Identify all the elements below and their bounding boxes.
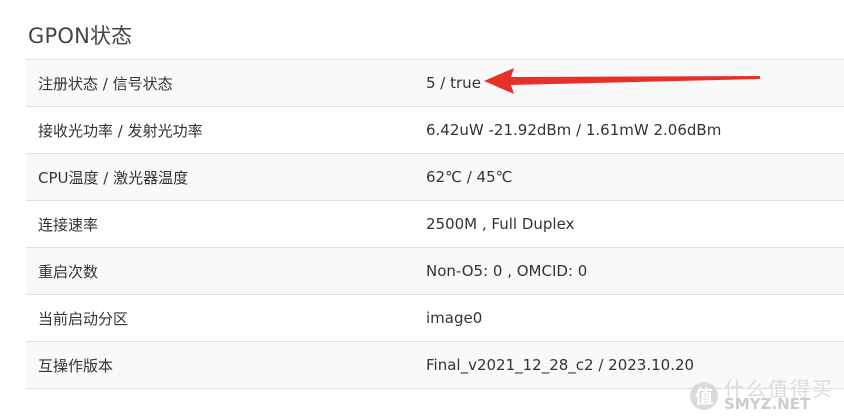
row-value: image0 xyxy=(426,309,483,327)
watermark-text-en: SMYZ.NET xyxy=(724,395,811,413)
table-row-reboot-count: 重启次数 Non-O5: 0 , OMCID: 0 xyxy=(26,247,844,295)
row-label: 接收光功率 / 发射光功率 xyxy=(38,121,203,140)
row-value: 62℃ / 45℃ xyxy=(426,168,513,186)
section-title: GPON状态 xyxy=(28,24,133,48)
gpon-status-page: GPON状态 注册状态 / 信号状态 5 / true 接收光功率 / 发射光功… xyxy=(0,0,844,418)
row-label: 重启次数 xyxy=(38,262,99,281)
table-row-boot-partition: 当前启动分区 image0 xyxy=(26,294,844,342)
watermark: 值 什么值得买 SMYZ.NET xyxy=(690,379,834,412)
table-row-link-speed: 连接速率 2500M , Full Duplex xyxy=(26,200,844,248)
row-value: 2500M , Full Duplex xyxy=(426,215,575,233)
watermark-logo-icon: 值 xyxy=(690,381,718,410)
row-value: 6.42uW -21.92dBm / 1.61mW 2.06dBm xyxy=(426,121,722,139)
row-label: CPU温度 / 激光器温度 xyxy=(38,168,189,187)
gpon-status-table: 注册状态 / 信号状态 5 / true 接收光功率 / 发射光功率 6.42u… xyxy=(26,59,844,389)
arrow-left-icon xyxy=(484,68,760,94)
row-label: 互操作版本 xyxy=(38,356,114,375)
row-label: 注册状态 / 信号状态 xyxy=(38,74,173,93)
watermark-text: 什么值得买 SMYZ.NET xyxy=(724,379,834,412)
row-label: 当前启动分区 xyxy=(38,309,129,328)
table-row-optical-power: 接收光功率 / 发射光功率 6.42uW -21.92dBm / 1.61mW … xyxy=(26,106,844,154)
row-label: 连接速率 xyxy=(38,215,99,234)
table-row-temperature: CPU温度 / 激光器温度 62℃ / 45℃ xyxy=(26,153,844,201)
row-value: Non-O5: 0 , OMCID: 0 xyxy=(426,262,588,280)
